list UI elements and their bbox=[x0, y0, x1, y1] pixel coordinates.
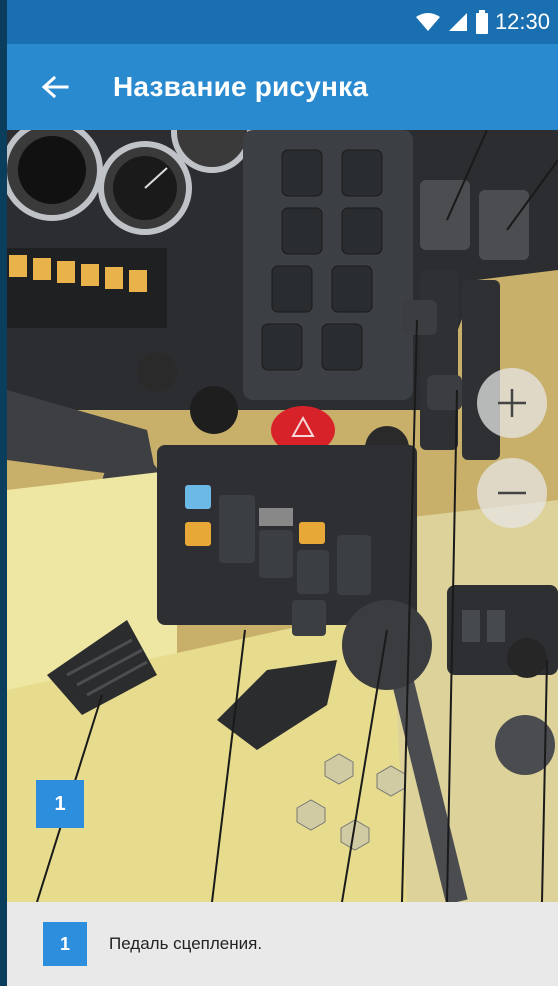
status-bar: 12:30 bbox=[7, 0, 558, 44]
device-screen: 12:30 Название рисунка 1 1 Педаль сцепле… bbox=[7, 0, 558, 986]
illustration-viewer[interactable]: 1 bbox=[7, 130, 558, 902]
battery-icon bbox=[475, 10, 488, 34]
caption-text: Педаль сцепления. bbox=[109, 934, 263, 953]
status-time: 12:30 bbox=[494, 9, 550, 34]
wifi-icon bbox=[415, 13, 440, 31]
plus-icon bbox=[498, 389, 526, 417]
app-bar: Название рисунка bbox=[7, 44, 558, 130]
zoom-out-button[interactable] bbox=[477, 458, 547, 528]
back-button[interactable] bbox=[27, 59, 83, 115]
signal-icon bbox=[448, 13, 467, 31]
caption-number-badge: 1 bbox=[43, 922, 87, 966]
button-panel bbox=[243, 130, 413, 400]
page-title: Название рисунка bbox=[113, 71, 369, 102]
rotary-switch bbox=[190, 386, 238, 434]
caption-bar: 1 Педаль сцепления. bbox=[7, 902, 558, 986]
minus-icon bbox=[498, 491, 526, 495]
indicator-strip bbox=[7, 248, 167, 328]
arrow-left-icon bbox=[41, 75, 69, 99]
zoom-in-button[interactable] bbox=[477, 368, 547, 438]
callout-marker[interactable]: 1 bbox=[36, 780, 84, 828]
cockpit-illustration bbox=[7, 130, 558, 902]
knob bbox=[137, 352, 177, 392]
